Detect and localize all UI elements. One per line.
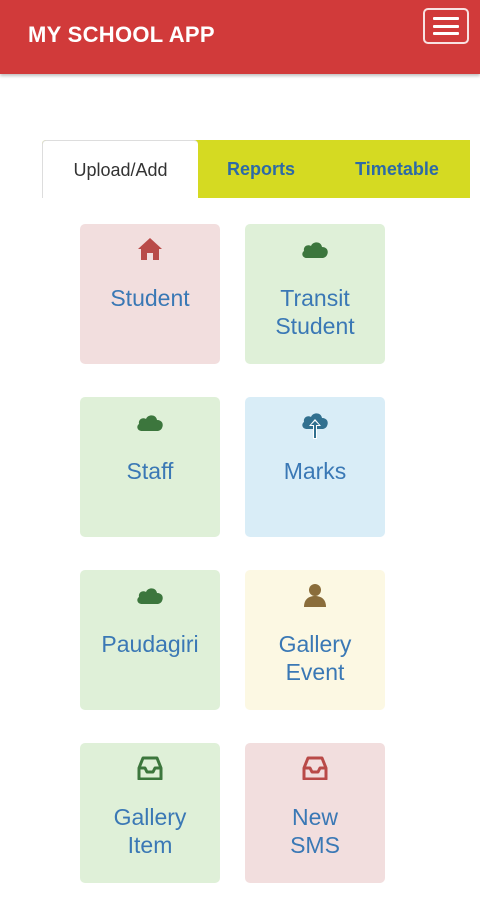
tile-label: Gallery Event	[278, 631, 352, 685]
tab-bar: Upload/Add Reports Timetable	[42, 140, 470, 198]
tile-staff[interactable]: Staff	[80, 397, 220, 537]
tile-label: Marks	[283, 458, 347, 484]
cloud-icon	[80, 580, 220, 610]
inbox-icon	[245, 753, 385, 783]
tile-label: New SMS	[290, 804, 340, 858]
tile-new-sms[interactable]: New SMS	[245, 743, 385, 883]
user-icon	[245, 580, 385, 610]
tile-label: Student	[110, 285, 190, 311]
tile-marks[interactable]: Marks	[245, 397, 385, 537]
tile-label: Staff	[126, 458, 174, 484]
app-title: MY SCHOOL APP	[28, 22, 215, 47]
hamburger-icon	[433, 17, 459, 20]
tile-label: Paudagiri	[101, 631, 199, 657]
cloud-icon	[245, 234, 385, 264]
tile-gallery-item[interactable]: Gallery Item	[80, 743, 220, 883]
tile-label: Gallery Item	[113, 804, 187, 858]
tile-student[interactable]: Student	[80, 224, 220, 364]
menu-toggle-button[interactable]	[423, 8, 469, 44]
tab-reports[interactable]: Reports	[198, 140, 324, 198]
tile-transit-student[interactable]: Transit Student	[245, 224, 385, 364]
tile-paudagiri[interactable]: Paudagiri	[80, 570, 220, 710]
tile-label: Transit Student	[275, 285, 355, 339]
tile-gallery-event[interactable]: Gallery Event	[245, 570, 385, 710]
hamburger-icon-bar	[433, 32, 459, 35]
inbox-icon	[80, 753, 220, 783]
hamburger-icon-bar	[433, 24, 459, 28]
cloud-icon	[80, 407, 220, 437]
home-icon	[80, 234, 220, 264]
cloud-upload-icon	[245, 409, 385, 441]
tab-upload-add[interactable]: Upload/Add	[42, 140, 198, 198]
tab-timetable[interactable]: Timetable	[324, 140, 470, 198]
top-navbar: MY SCHOOL APP	[0, 0, 480, 74]
